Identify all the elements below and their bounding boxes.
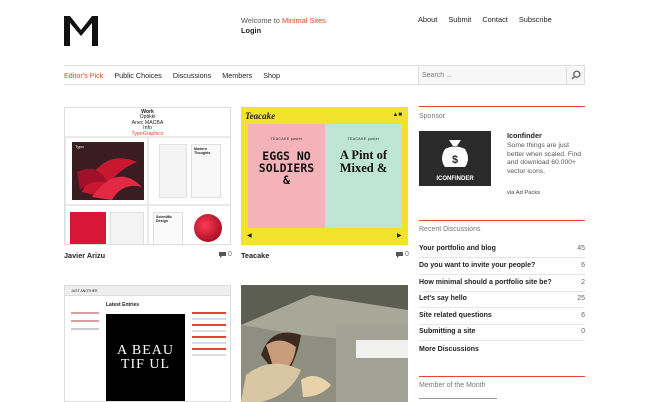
discussion-row[interactable]: How minimal should a portfolio site be? 2 (419, 275, 585, 292)
thumb-panel: Scientific Design (149, 206, 230, 244)
welcome-block: Welcome to Minimal Sites Login (241, 16, 326, 36)
svg-text:$: $ (452, 154, 458, 166)
discussion-title: How minimal should a portfolio site be? (419, 279, 552, 287)
ad-text: Some things are just better when scaled.… (507, 142, 582, 175)
thumb-panel: Typo (66, 138, 147, 204)
site-title[interactable]: Javier Arizu (64, 251, 105, 260)
thumb-text: Typo (75, 144, 84, 149)
poster-text: A Pint of Mixed & (339, 148, 388, 175)
tab-public-choices[interactable]: Public Choices (114, 71, 162, 80)
site-logo[interactable] (64, 16, 98, 46)
nav-submit[interactable]: Submit (448, 15, 471, 24)
discussion-title: Your portfolio and blog (419, 245, 496, 253)
thumb-heading: Latest Entries (106, 302, 140, 308)
ad-logo-text: ICONFINDER (436, 176, 474, 182)
thumb-header: Work Optikki Anec MACBA Info TypoGraphic… (65, 108, 230, 137)
cart-icon: ▲■ (392, 112, 402, 118)
sidebar-divider (419, 220, 585, 221)
thumb-text: Modern Thoughts (194, 147, 211, 155)
nav-contact[interactable]: Contact (482, 15, 507, 24)
thumb-nav: JUST ANOTHER (65, 286, 230, 296)
arrow-left-icon[interactable]: ◀ (247, 232, 252, 239)
discussion-count: 2 (581, 279, 585, 287)
poster-left: TEACAKE poster EGGS NO SOLDIERS & (248, 124, 325, 228)
tab-members[interactable]: Members (222, 71, 252, 80)
thumb-text: TypoGraphics (131, 130, 164, 137)
search-box (418, 65, 585, 85)
site-thumbnail-photo[interactable] (241, 285, 408, 402)
comment-icon (219, 251, 226, 258)
site-title[interactable]: Teacake (241, 251, 269, 260)
recent-discussions-heading: Recent Discussions (419, 226, 481, 233)
poster-text: EGGS NO SOLDIERS & (258, 149, 315, 187)
discussion-title: Let's say hello (419, 295, 467, 303)
welcome-prefix: Welcome to (241, 16, 282, 25)
comment-icon (396, 251, 403, 258)
photo-image (241, 285, 408, 402)
thumb-article-text: A BEAU TIF UL (117, 343, 174, 372)
thumb-text: Scientific Design (156, 215, 172, 223)
site-thumbnail-javier-arizu[interactable]: Work Optikki Anec MACBA Info TypoGraphic… (64, 107, 231, 245)
nav-subscribe[interactable]: Subscribe (519, 15, 552, 24)
tab-discussions[interactable]: Discussions (173, 71, 211, 80)
sponsor-heading: Sponsor (419, 113, 446, 120)
site-thumbnail-blog[interactable]: JUST ANOTHER Latest Entries A BEAU TIF U… (64, 285, 231, 402)
discussion-title: Site related questions (419, 312, 492, 320)
discussion-count: 6 (581, 312, 585, 320)
poster-label: TEACAKE poster (347, 137, 380, 141)
sidebar-divider (419, 376, 585, 377)
discussion-row[interactable]: Your portfolio and blog 45 (419, 241, 585, 258)
comment-count-value: 0 (405, 251, 409, 258)
red-flower-image: Typo (72, 142, 144, 200)
section-nav: Editor's Pick Public Choices Discussions… (64, 65, 419, 85)
discussion-title: Submitting a site (419, 328, 476, 336)
search-input[interactable] (419, 66, 559, 84)
member-divider (419, 398, 497, 399)
comment-count[interactable]: 0 (396, 251, 409, 258)
arrow-right-icon[interactable]: ▶ (397, 232, 402, 239)
top-nav: About Submit Contact Subscribe (418, 15, 563, 24)
login-link[interactable]: Login (241, 26, 326, 36)
ad-via-link[interactable]: via Ad Packs (507, 190, 540, 196)
discussion-count: 25 (577, 295, 585, 303)
brand-link[interactable]: Minimal Sites (282, 16, 326, 25)
site-thumbnail-teacake[interactable]: Teacake ▲■ TEACAKE poster EGGS NO SOLDIE… (241, 107, 408, 245)
discussion-title: Do you want to invite your people? (419, 262, 536, 270)
thumb-panel: Modern Thoughts (149, 138, 230, 204)
discussion-row[interactable]: Do you want to invite your people? 6 (419, 258, 585, 275)
tab-shop[interactable]: Shop (263, 71, 280, 80)
dark-article-image: A BEAU TIF UL (106, 314, 185, 401)
comment-count-value: 0 (228, 251, 232, 258)
member-of-month-heading: Member of the Month (419, 382, 486, 389)
search-button[interactable] (566, 66, 584, 84)
ad-title[interactable]: Iconfinder (507, 131, 542, 140)
more-discussions-link[interactable]: More Discussions (419, 346, 479, 353)
nav-about[interactable]: About (418, 15, 437, 24)
discussion-count: 0 (581, 328, 585, 336)
comment-count[interactable]: 0 (219, 251, 232, 258)
thumb-panel (66, 206, 147, 244)
discussion-count: 45 (577, 245, 585, 253)
search-icon (571, 70, 580, 80)
teacake-logo: Teacake (245, 111, 276, 121)
poster-label: TEACAKE poster (270, 137, 303, 141)
discussion-row[interactable]: Site related questions 6 (419, 308, 585, 325)
discussion-row[interactable]: Let's say hello 25 (419, 291, 585, 308)
tab-editors-pick[interactable]: Editor's Pick (64, 71, 103, 80)
discussion-count: 6 (581, 262, 585, 270)
discussion-row[interactable]: Submitting a site 0 (419, 324, 585, 341)
logo-m-icon (64, 16, 98, 46)
sidebar-divider (419, 106, 585, 107)
iconfinder-ad-image[interactable]: $ ICONFINDER (419, 131, 491, 186)
poster-right: TEACAKE poster A Pint of Mixed & (325, 124, 402, 228)
